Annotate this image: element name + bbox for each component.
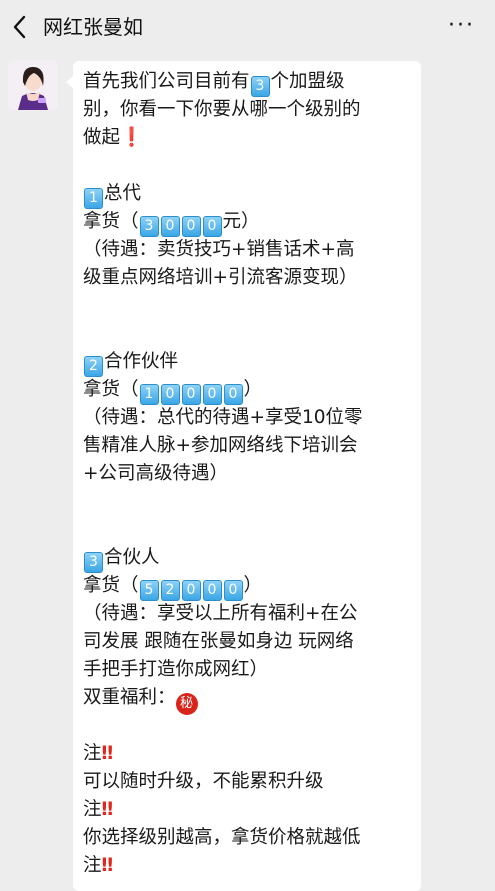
note-label: 注 xyxy=(83,799,102,820)
exclamation-icon: ❗ xyxy=(120,127,144,148)
tier2-benefit: （待遇：总代的待遇+享受10位零 xyxy=(83,407,363,428)
intro-line-3: 做起❗ xyxy=(83,124,413,152)
secret-badge-icon: 秘 xyxy=(175,693,198,715)
intro-line-2: 别，你看一下你要从哪一个级别的 xyxy=(83,99,361,120)
digit-keycap-icon: 0 xyxy=(181,580,201,601)
digit-keycap-icon: 0 xyxy=(160,384,180,405)
note-text: 你选择级别越高，拿货价格就越低 xyxy=(83,827,361,848)
number-keycap-2-icon: 2 xyxy=(84,356,103,377)
tier2-benefit: 售精准人脉+参加网络线下培训会 xyxy=(83,435,358,456)
top-navigation-bar: 网红张曼如 ··· xyxy=(0,0,495,55)
tier-name: 总代 xyxy=(104,183,142,204)
back-chevron-icon[interactable] xyxy=(10,13,32,41)
digit-keycap-icon: 0 xyxy=(202,216,222,237)
avatar-image-icon xyxy=(8,60,58,110)
tier1-benefit: （待遇：卖货技巧+销售话术+高 xyxy=(83,239,355,260)
intro-line-1: 首先我们公司目前有 3 个加盟级 xyxy=(83,68,413,97)
number-keycap-1-icon: 1 xyxy=(84,188,103,209)
digit-keycap-icon: 0 xyxy=(181,216,201,237)
number-keycap-3-icon: 3 xyxy=(250,76,270,97)
digit-keycap-icon: 0 xyxy=(202,384,222,405)
tier1-price: 拿货（ 3 0 0 0 元） xyxy=(83,208,413,237)
tier2-benefit: +公司高级待遇） xyxy=(83,463,229,484)
digit-keycap-icon: 0 xyxy=(160,216,180,237)
price-label: 拿货（ xyxy=(83,211,139,232)
number-keycap-3-icon: 3 xyxy=(84,552,103,573)
double-benefit-label: 双重福利： xyxy=(83,687,176,708)
digit-keycap-icon: 0 xyxy=(223,384,243,405)
double-exclamation-icon: ‼ xyxy=(101,855,114,876)
price-label: 拿货（ xyxy=(83,575,139,596)
tier1-title: 1 总代 xyxy=(83,180,413,209)
digit-keycap-icon: 3 xyxy=(139,216,159,237)
tier3-title: 3 合伙人 xyxy=(83,544,413,573)
message-bubble[interactable]: 首先我们公司目前有 3 个加盟级 别，你看一下你要从哪一个级别的 做起❗ 1 总代 拿… xyxy=(66,61,421,891)
digit-keycap-icon: 0 xyxy=(223,580,243,601)
tier-name: 合伙人 xyxy=(104,547,160,568)
tier3-benefit: 手把手打造你成网红） xyxy=(83,659,269,680)
sender-avatar[interactable] xyxy=(8,60,58,110)
digit-keycap-icon: 2 xyxy=(160,580,180,601)
note-label: 注 xyxy=(83,855,102,876)
message-text: 首先我们公司目前有 3 个加盟级 别，你看一下你要从哪一个级别的 做起❗ 1 总代 拿… xyxy=(83,68,413,880)
note-text: 可以随时升级，不能累积升级 xyxy=(83,771,324,792)
tier2-title: 2 合作伙伴 xyxy=(83,348,413,377)
digit-keycap-icon: 1 xyxy=(139,384,159,405)
price-label: 拿货（ xyxy=(83,379,139,400)
intro-text: 个加盟级 xyxy=(270,71,345,92)
digit-keycap-icon: 0 xyxy=(181,384,201,405)
note-heading: 注‼ xyxy=(83,740,413,768)
note-heading: 注‼ xyxy=(83,796,413,824)
tier-name: 合作伙伴 xyxy=(104,351,179,372)
double-exclamation-icon: ‼ xyxy=(101,799,114,820)
tier3-benefit: 司发展 跟随在张曼如身边 玩网络 xyxy=(83,631,354,652)
tier3-benefit: （待遇：享受以上所有福利+在公 xyxy=(83,603,358,624)
digit-keycap-icon: 5 xyxy=(139,580,159,601)
digit-keycap-icon: 0 xyxy=(202,580,222,601)
tier2-price: 拿货（ 1 0 0 0 0） xyxy=(83,376,413,405)
tier3-price: 拿货（ 5 2 0 0 0） xyxy=(83,572,413,601)
double-benefit-line: 双重福利：秘 xyxy=(83,684,413,715)
double-exclamation-icon: ‼ xyxy=(101,743,114,764)
intro-text: 首先我们公司目前有 xyxy=(83,71,250,92)
intro-text: 做起 xyxy=(83,127,121,148)
price-suffix: ） xyxy=(243,575,263,596)
note-label: 注 xyxy=(83,743,102,764)
chat-title: 网红张曼如 xyxy=(43,15,143,39)
tier1-benefit: 级重点网络培训+引流客源变现） xyxy=(83,267,358,288)
price-suffix: 元） xyxy=(222,211,260,232)
note-heading: 注‼ xyxy=(83,852,413,880)
price-suffix: ） xyxy=(243,379,263,400)
more-options-icon[interactable]: ··· xyxy=(448,14,475,38)
